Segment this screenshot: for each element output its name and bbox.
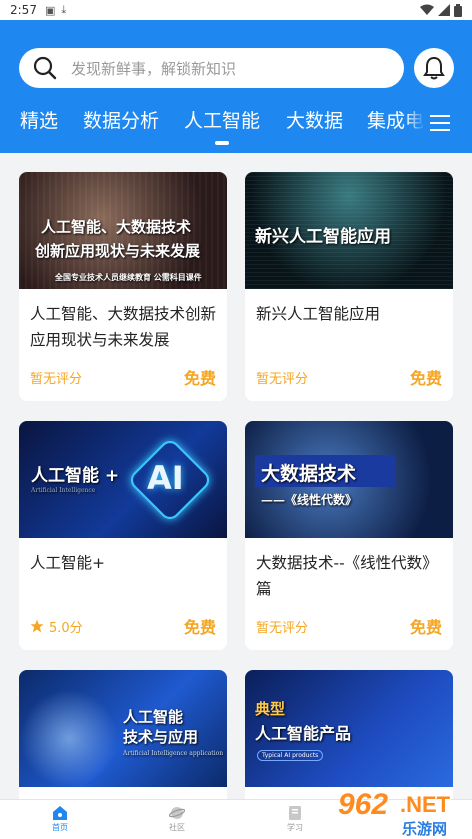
course-title: 新兴人工智能应用	[256, 305, 381, 323]
course-title: 人工智能+	[30, 554, 105, 572]
watermark-brand: 962	[338, 788, 389, 821]
thumb-line2: 创新应用现状与未来发展	[35, 242, 201, 260]
book-icon	[289, 806, 301, 820]
course-card[interactable]: 人工智能 + Artificial Intelligence AI 人工智能+ …	[19, 421, 227, 650]
course-thumbnail: 典型 人工智能产品 Typical AI products	[245, 670, 453, 787]
search-bar[interactable]: 发现新鲜事，解锁新知识	[19, 48, 404, 88]
course-rating: 暂无评分	[256, 620, 309, 636]
course-thumbnail: 大数据技术 ——《线性代数》	[245, 421, 453, 538]
course-rating: 5.0分	[30, 617, 83, 636]
thumb-line1: 人工智能、大数据技术	[41, 218, 192, 236]
course-title: 人工智能、大数据技术创新应用现状与未来发展	[30, 305, 217, 349]
course-meta: 暂无评分 免费	[256, 614, 442, 638]
thumb-line1: 人工智能	[123, 708, 184, 726]
planet-icon	[169, 807, 185, 819]
thumb-line1: 人工智能产品	[255, 724, 352, 743]
battery-icon	[454, 3, 462, 17]
tab-artificial-intelligence[interactable]: 人工智能	[184, 106, 260, 133]
search-icon	[33, 56, 57, 80]
star-icon	[30, 619, 44, 633]
course-thumbnail: 新兴人工智能应用	[245, 172, 453, 289]
nav-community[interactable]: 社区	[157, 804, 197, 833]
tab-data-analysis[interactable]: 数据分析	[83, 106, 159, 133]
category-tabs: 精选 数据分析 人工智能 大数据 集成电	[0, 106, 472, 146]
course-price: 免费	[183, 369, 216, 388]
course-price: 免费	[409, 618, 442, 637]
status-bar: 2:57 ▣ ⤓	[0, 0, 472, 20]
nav-study[interactable]: 学习	[275, 804, 315, 833]
notification-button[interactable]	[414, 48, 454, 88]
course-meta: 暂无评分 免费	[256, 365, 442, 389]
course-card[interactable]: 新兴人工智能应用 新兴人工智能应用 暂无评分 免费	[245, 172, 453, 401]
thumb-line2: ——《线性代数》	[261, 493, 358, 507]
thumb-line1: 大数据技术	[261, 463, 357, 485]
thumb-sub: Typical AI products	[257, 750, 324, 761]
active-tab-indicator	[215, 141, 229, 145]
wifi-icon	[420, 4, 434, 15]
tab-featured[interactable]: 精选	[20, 106, 58, 133]
home-icon	[53, 806, 67, 820]
course-title: 大数据技术--《线性代数》篇	[256, 554, 438, 598]
course-thumbnail: 人工智能、大数据技术 创新应用现状与未来发展 全国专业技术人员继续教育 公需科目…	[19, 172, 227, 289]
course-card[interactable]: 大数据技术 ——《线性代数》 大数据技术--《线性代数》篇 暂无评分 免费	[245, 421, 453, 650]
course-price: 免费	[183, 618, 216, 637]
menu-icon[interactable]	[430, 114, 450, 132]
rating-value: 5.0分	[49, 620, 83, 636]
watermark-suffix: .NET	[400, 792, 451, 817]
thumb-sub: Artificial Intelligence application	[123, 750, 224, 757]
download-icon: ⤓	[61, 3, 67, 16]
a-icon: ▣	[44, 3, 56, 17]
nav-home[interactable]: 首页	[40, 804, 80, 833]
signal-icon	[438, 4, 450, 16]
course-rating: 暂无评分	[256, 371, 309, 387]
thumb-footer: 全国专业技术人员继续教育 公需科目课件	[55, 272, 202, 282]
course-rating: 暂无评分	[30, 371, 83, 387]
tab-big-data[interactable]: 大数据	[286, 106, 343, 133]
watermark-sub: 乐游网	[402, 820, 448, 838]
course-thumbnail: 人工智能 技术与应用 Artificial Intelligence appli…	[19, 670, 227, 787]
thumb-line0: 典型	[255, 700, 286, 718]
site-watermark: 962 .NET 乐游网	[332, 786, 472, 839]
thumb-line1: 新兴人工智能应用	[255, 227, 391, 247]
thumb-line1: 人工智能 +	[31, 466, 120, 486]
bell-icon	[423, 56, 445, 80]
nav-label: 学习	[287, 823, 303, 832]
thumb-ai-badge: AI	[147, 459, 184, 497]
course-meta: 5.0分 免费	[30, 614, 216, 638]
course-thumbnail: 人工智能 + Artificial Intelligence AI	[19, 421, 227, 538]
nav-label: 首页	[52, 823, 68, 832]
course-card[interactable]: 人工智能、大数据技术 创新应用现状与未来发展 全国专业技术人员继续教育 公需科目…	[19, 172, 227, 401]
course-meta: 暂无评分 免费	[30, 365, 216, 389]
status-time: 2:57	[10, 3, 37, 17]
nav-label: 社区	[169, 823, 185, 832]
search-placeholder: 发现新鲜事，解锁新知识	[71, 59, 237, 78]
thumb-sub: Artificial Intelligence	[31, 487, 96, 494]
thumb-line2: 技术与应用	[123, 728, 199, 746]
top-header: 发现新鲜事，解锁新知识 精选 数据分析 人工智能 大数据 集成电	[0, 20, 472, 153]
course-price: 免费	[409, 369, 442, 388]
course-card[interactable]: 人工智能 技术与应用 Artificial Intelligence appli…	[19, 670, 227, 810]
